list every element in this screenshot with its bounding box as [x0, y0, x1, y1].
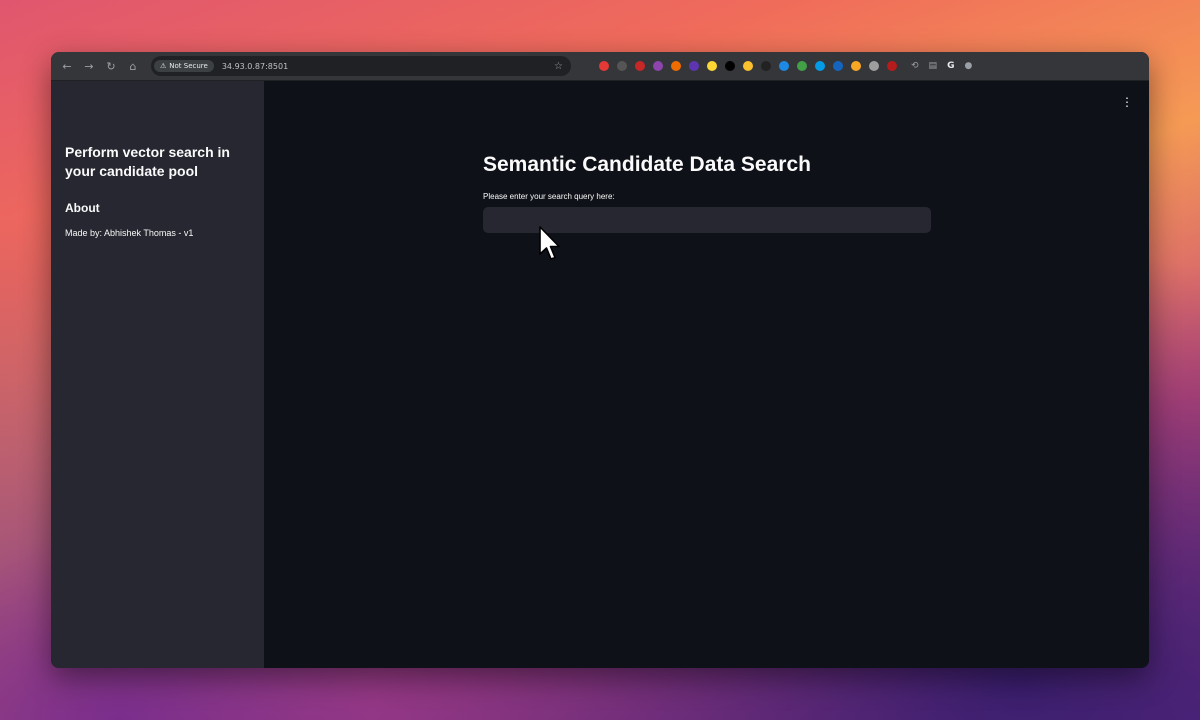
- bookmark-star-icon[interactable]: ☆: [554, 61, 563, 72]
- sidebar: Perform vector search in your candidate …: [51, 81, 264, 668]
- forward-icon[interactable]: →: [79, 56, 99, 76]
- main-menu-icon[interactable]: ⋮: [1121, 96, 1133, 108]
- reload-icon[interactable]: ↻: [101, 56, 121, 76]
- ext-gold-icon[interactable]: [851, 61, 861, 71]
- warning-icon: ⚠: [160, 62, 167, 70]
- extensions-bar: [599, 61, 897, 71]
- about-heading: About: [65, 201, 100, 215]
- browser-window: ← → ↻ ⌂ ⚠ Not Secure 34.93.0.87:8501 ☆ ⟲…: [51, 52, 1149, 668]
- ext-cyan-icon[interactable]: [815, 61, 825, 71]
- ext-dark-circle-icon[interactable]: [761, 61, 771, 71]
- ext-purple-icon[interactable]: [653, 61, 663, 71]
- reading-list-icon[interactable]: ▤: [929, 61, 938, 71]
- main-content: ⋮ Semantic Candidate Data Search Please …: [264, 81, 1149, 668]
- made-by-text: Made by: Abhishek Thomas - v1: [65, 228, 194, 238]
- page-title: Semantic Candidate Data Search: [483, 153, 811, 176]
- ext-blue-icon[interactable]: [779, 61, 789, 71]
- browser-toolbar: ← → ↻ ⌂ ⚠ Not Secure 34.93.0.87:8501 ☆ ⟲…: [51, 52, 1149, 81]
- ext-yellow-square-icon[interactable]: [743, 61, 753, 71]
- mouse-pointer-icon: [539, 226, 560, 260]
- security-chip[interactable]: ⚠ Not Secure: [154, 60, 214, 72]
- home-icon[interactable]: ⌂: [123, 56, 143, 76]
- google-icon[interactable]: G: [947, 61, 954, 71]
- ext-violet-icon[interactable]: [689, 61, 699, 71]
- address-bar[interactable]: ⚠ Not Secure 34.93.0.87:8501 ☆: [151, 56, 571, 76]
- back-icon[interactable]: ←: [57, 56, 77, 76]
- ext-red-icon[interactable]: [599, 61, 609, 71]
- sidebar-title: Perform vector search in your candidate …: [65, 144, 230, 179]
- url-text: 34.93.0.87:8501: [221, 61, 289, 71]
- ext-black-icon[interactable]: [725, 61, 735, 71]
- history-icon[interactable]: ⟲: [911, 61, 919, 71]
- ext-tampermonkey-icon[interactable]: [617, 61, 627, 71]
- ext-redbook-icon[interactable]: [635, 61, 645, 71]
- ext-multicolor-icon[interactable]: [797, 61, 807, 71]
- ext-yellow-icon[interactable]: [707, 61, 717, 71]
- profile-avatar-icon[interactable]: ●: [964, 61, 972, 71]
- ext-gray-icon[interactable]: [869, 61, 879, 71]
- security-label: Not Secure: [169, 62, 208, 70]
- ext-dark-red-icon[interactable]: [887, 61, 897, 71]
- ext-blue-square-icon[interactable]: [833, 61, 843, 71]
- ext-orange-icon[interactable]: [671, 61, 681, 71]
- search-input-label: Please enter your search query here:: [483, 192, 615, 201]
- browser-tools: ⟲ ▤ G ●: [911, 61, 972, 71]
